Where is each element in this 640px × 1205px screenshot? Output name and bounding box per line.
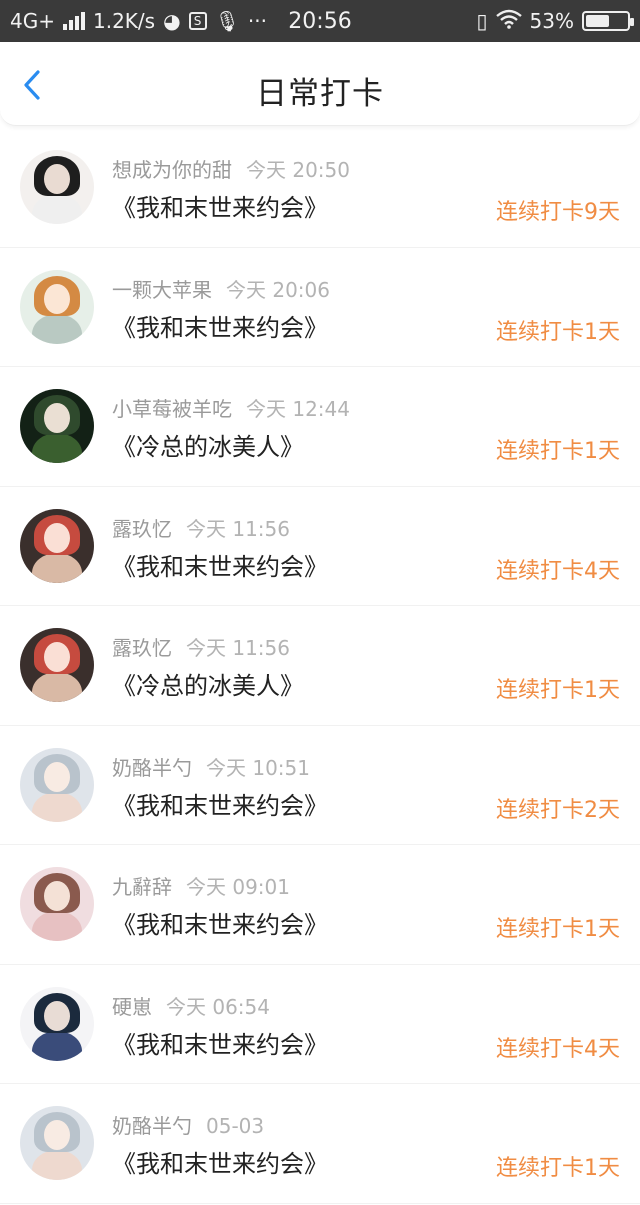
microphone-icon: 🎙 [214,9,240,33]
checkin-time: 05-03 [206,1114,265,1138]
checkin-list-item[interactable]: 想成为你的甜 今天 20:50 《我和末世来约会》 连续打卡9天 [0,128,640,248]
signal-icon [62,12,85,30]
streak-label: 连续打卡1天 [496,917,620,942]
username[interactable]: 九辭辞 [112,875,172,899]
streak-label: 连续打卡9天 [496,200,620,225]
avatar[interactable] [20,747,94,822]
checkin-list-item[interactable]: 一颗大苹果 今天 20:06 《我和末世来约会》 连续打卡1天 [0,248,640,367]
header: 日常打卡 [0,42,640,126]
user-meta: 想成为你的甜 今天 20:50 [112,154,350,183]
book-title[interactable]: 《我和末世来约会》 [112,308,328,343]
checkin-time: 今天 06:54 [166,994,270,1019]
username[interactable]: 露玖忆 [112,636,172,660]
avatar[interactable] [20,269,94,344]
status-bar: 4G+ 1.2K/s ◕ S 🎙 ··· 20:56 ▯ 53% [0,0,640,42]
checkin-time: 今天 11:56 [186,636,290,660]
book-title[interactable]: 《我和末世来约会》 [112,547,328,582]
book-title[interactable]: 《我和末世来约会》 [112,188,328,223]
username[interactable]: 想成为你的甜 [112,158,232,182]
checkin-list-item[interactable]: 硬崽 今天 06:54 《我和末世来约会》 连续打卡4天 [0,965,640,1084]
user-meta: 奶酪半勺 05-03 [112,1110,264,1139]
streak-label: 连续打卡1天 [496,1156,620,1181]
checkin-list-item[interactable]: 奶酪半勺 05-03 《我和末世来约会》 连续打卡1天 [0,1084,640,1204]
book-title[interactable]: 《冷总的冰美人》 [112,427,304,462]
streak-label: 连续打卡2天 [496,797,620,823]
streak-label: 连续打卡4天 [496,1036,620,1062]
page-title: 日常打卡 [256,76,384,112]
checkin-list-item[interactable]: 露玖忆 今天 11:56 《我和末世来约会》 连续打卡4天 [0,487,640,606]
checkin-time: 今天 11:56 [186,516,290,541]
checkin-time: 今天 20:06 [226,277,330,302]
checkin-list: 想成为你的甜 今天 20:50 《我和末世来约会》 连续打卡9天 一颗大苹果 今天 20:… [0,128,640,1204]
checkin-time: 今天 20:50 [246,158,350,182]
streak-label: 连续打卡1天 [496,439,620,464]
s-notification-icon: S [188,12,207,30]
user-meta: 一颗大苹果 今天 20:06 [112,274,330,303]
username[interactable]: 一颗大苹果 [112,278,212,302]
more-notifications: ··· [247,9,267,33]
avatar[interactable] [20,628,94,702]
user-meta: 硬崽 今天 06:54 [112,991,270,1020]
checkin-list-item[interactable]: 九辭辞 今天 09:01 《我和末世来约会》 连续打卡1天 [0,845,640,965]
battery-percent: 53% [529,9,574,33]
wifi-icon [495,9,522,34]
streak-label: 连续打卡4天 [496,558,620,584]
avatar[interactable] [20,867,94,941]
book-title[interactable]: 《我和末世来约会》 [112,786,328,821]
book-title[interactable]: 《我和末世来约会》 [112,1144,328,1179]
book-title[interactable]: 《我和末世来约会》 [112,1025,328,1060]
user-meta: 奶酪半勺 今天 10:51 [112,752,310,781]
checkin-list-item[interactable]: 露玖忆 今天 11:56 《冷总的冰美人》 连续打卡1天 [0,606,640,726]
username[interactable]: 露玖忆 [112,517,172,541]
vibrate-icon: ▯ [476,9,488,33]
streak-label: 连续打卡1天 [496,319,620,345]
app-notification-icon: ◕ [163,9,181,33]
network-speed: 1.2K/s [92,9,156,33]
book-title[interactable]: 《冷总的冰美人》 [112,666,304,701]
streak-label: 连续打卡1天 [496,678,620,703]
checkin-list-item[interactable]: 奶酪半勺 今天 10:51 《我和末世来约会》 连续打卡2天 [0,726,640,845]
avatar[interactable] [20,389,94,463]
book-title[interactable]: 《我和末世来约会》 [112,905,328,940]
user-meta: 露玖忆 今天 11:56 [112,513,290,542]
username[interactable]: 小草莓被羊吃 [112,397,232,421]
avatar[interactable] [20,1106,94,1180]
username[interactable]: 奶酪半勺 [112,756,192,780]
checkin-time: 今天 09:01 [186,875,290,899]
username[interactable]: 奶酪半勺 [112,1114,192,1138]
network-type: 4G+ [10,9,55,33]
checkin-time: 今天 10:51 [206,755,310,780]
avatar[interactable] [20,150,94,224]
avatar[interactable] [20,508,94,583]
battery-icon [582,11,634,31]
checkin-list-item[interactable]: 小草莓被羊吃 今天 12:44 《冷总的冰美人》 连续打卡1天 [0,367,640,487]
username[interactable]: 硬崽 [112,995,152,1019]
avatar[interactable] [20,986,94,1061]
user-meta: 露玖忆 今天 11:56 [112,632,290,661]
user-meta: 九辭辞 今天 09:01 [112,871,290,900]
user-meta: 小草莓被羊吃 今天 12:44 [112,393,350,422]
checkin-time: 今天 12:44 [246,397,350,421]
